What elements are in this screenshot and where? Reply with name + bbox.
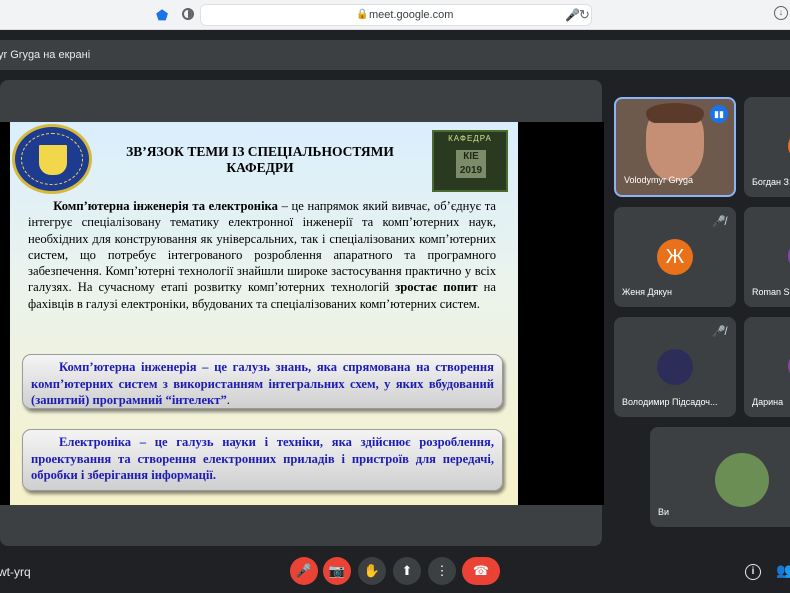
avatar xyxy=(657,349,693,385)
avatar: Ж xyxy=(657,239,693,275)
mic-off-icon: 🎤̸ xyxy=(712,216,726,228)
participant-tile[interactable]: 🎤̸ Ж Женя Дякун xyxy=(614,207,736,307)
mic-off-icon[interactable]: 🎤 xyxy=(290,557,318,585)
participant-name: Женя Дякун xyxy=(622,287,673,297)
presentation-banner: yr Gryga на екрані xyxy=(0,40,790,70)
more-vert-icon[interactable]: ⋮ xyxy=(428,557,456,585)
download-icon[interactable]: ↓ xyxy=(774,6,788,20)
university-logo xyxy=(12,124,92,194)
mic-off-icon: 🎤̸ xyxy=(712,326,726,338)
definition-text-2: Електроніка – це галузь науки і техніки,… xyxy=(31,435,494,482)
reader-mode-icon[interactable] xyxy=(182,8,194,20)
reload-icon[interactable]: ↻ xyxy=(579,7,590,23)
slide-paragraph: Комп’ютерна інженерія та електроніка – ц… xyxy=(28,198,496,312)
presentation-slide: ЗВ’ЯЗОК ТЕМИ ІЗ СПЕЦІАЛЬНОСТЯМИ КАФЕДРИ … xyxy=(10,122,518,505)
participant-tile[interactable]: Roman S xyxy=(744,207,790,307)
presenter-label: yr Gryga на екрані xyxy=(0,49,91,61)
definition-box-2: Електроніка – це галузь науки і техніки,… xyxy=(22,429,503,491)
info-icon[interactable]: i xyxy=(745,564,761,580)
participant-tile-main[interactable]: ▮▮ Volodymyr Gryga xyxy=(614,97,736,197)
definition-end-1: . xyxy=(226,393,230,407)
browser-toolbar: ⬟ 🔒 meet.google.com 🎤 ↻ ↓ xyxy=(0,0,790,30)
participant-tile[interactable]: 🎤̸ Володимир Підсадоч... xyxy=(614,317,736,417)
avatar xyxy=(715,453,769,507)
participant-video-hair xyxy=(646,103,704,123)
participant-tile[interactable]: Дарина xyxy=(744,317,790,417)
url-text: meet.google.com xyxy=(369,9,454,21)
speaking-indicator-icon: ▮▮ xyxy=(710,105,728,123)
end-call-icon[interactable]: ☎ xyxy=(462,557,500,585)
participant-tile[interactable]: Богдан З xyxy=(744,97,790,197)
para-bold-1: Комп’ютерна інженерія та електроніка xyxy=(53,199,278,213)
raise-hand-icon[interactable]: ✋ xyxy=(358,557,386,585)
department-logo-text: КІЕ 2019 xyxy=(456,150,486,178)
microphone-icon[interactable]: 🎤 xyxy=(565,8,580,22)
participant-name: Roman S xyxy=(752,287,790,297)
slide-title: ЗВ’ЯЗОК ТЕМИ ІЗ СПЕЦІАЛЬНОСТЯМИ КАФЕДРИ xyxy=(126,144,394,175)
department-logo: КАФЕДРА КІЕ 2019 xyxy=(432,130,508,192)
participant-name: Ви xyxy=(658,507,670,517)
camera-off-icon[interactable]: 📷 xyxy=(323,557,351,585)
participant-name: Володимир Підсадоч... xyxy=(622,397,718,407)
para-bold-2: зростає попит xyxy=(395,280,478,295)
people-icon[interactable]: 👥 xyxy=(776,562,790,579)
logo-shield xyxy=(37,143,69,177)
definition-box-1: Комп’ютерна інженерія – це галузь знань,… xyxy=(22,354,503,409)
department-logo-label: КАФЕДРА xyxy=(448,134,492,143)
participant-name: Volodymyr Gryga xyxy=(624,175,694,185)
address-bar[interactable]: 🔒 meet.google.com 🎤 ↻ xyxy=(200,4,592,26)
lock-icon: 🔒 xyxy=(356,9,369,20)
meeting-code: wt-yrq xyxy=(0,565,31,579)
definition-text-1: Комп’ютерна інженерія – це галузь знань,… xyxy=(31,360,494,407)
participant-name: Дарина xyxy=(752,397,784,407)
present-icon[interactable]: ⬆ xyxy=(393,557,421,585)
shield-icon[interactable]: ⬟ xyxy=(156,7,170,23)
participant-name: Богдан З xyxy=(752,177,789,187)
participant-tile-self[interactable]: Ви xyxy=(650,427,790,527)
